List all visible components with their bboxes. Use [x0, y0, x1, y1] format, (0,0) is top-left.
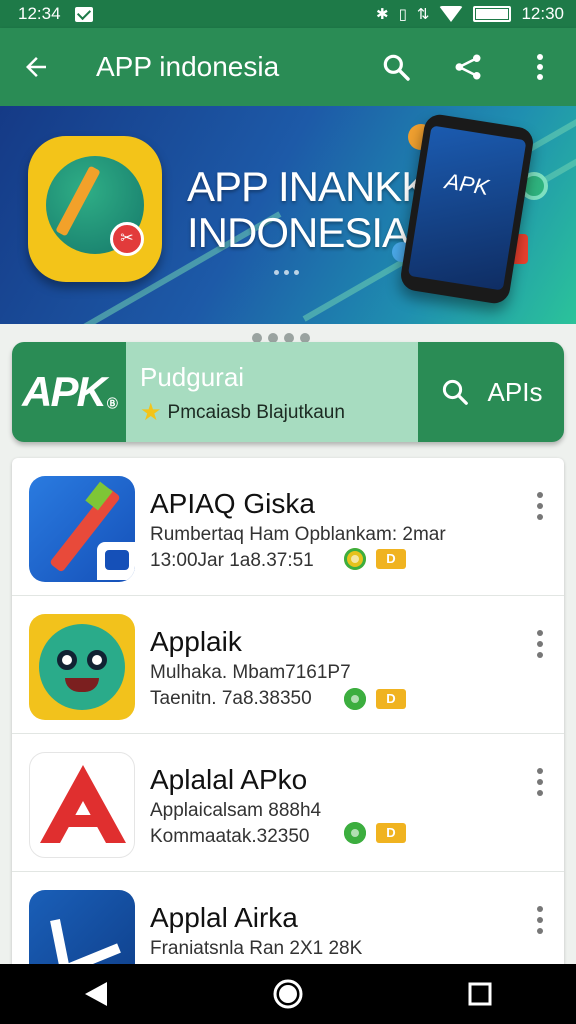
app-title: Applal Airka [150, 902, 298, 933]
star-icon: ★ [140, 399, 162, 426]
search-field-label: Pudgurai [140, 362, 245, 392]
search-button[interactable] [360, 28, 432, 106]
search-icon [442, 379, 468, 405]
triangle-back-icon [85, 982, 107, 1006]
list-item[interactable]: Aplalal APko Applaicalsam 888h4 Kommaata… [12, 734, 564, 872]
more-vert-icon[interactable] [528, 764, 552, 800]
back-button[interactable] [0, 28, 72, 106]
app-subtitle: Rumbertaq Ham Opblankam: 2mar [150, 524, 446, 545]
nav-back-button[interactable] [56, 964, 136, 1024]
mail-icon [74, 6, 93, 22]
vibrate-icon: ▯ [398, 5, 407, 23]
tag-badge-icon: D [376, 823, 406, 843]
app-icon-letter-a [29, 752, 135, 858]
list-item[interactable]: Applal Airka Franiatsnla Ran 2X1 28K [12, 872, 564, 978]
search-button-label: APIs [487, 376, 543, 407]
more-vert-icon[interactable] [528, 626, 552, 662]
share-icon [455, 54, 481, 80]
system-nav-bar [0, 964, 576, 1024]
app-meta: Taenitn. 7a8.38350 [150, 688, 312, 709]
apk-logo-sub: Ⓑ [106, 398, 118, 410]
gear-badge-icon [344, 688, 366, 710]
status-time-right: 12:30 [521, 4, 564, 23]
app-meta: Kommaatak.32350 [150, 826, 310, 847]
tag-badge-icon: D [376, 689, 406, 709]
app-subtitle: Mulhaka. Mbam7161P7 [150, 662, 351, 683]
more-vert-icon [537, 54, 543, 80]
search-input[interactable]: Pudgurai ★ Pmcaiasb Blajutkaun [126, 342, 418, 442]
banner-pager [274, 270, 299, 275]
status-bar: 12:34 ✱ ▯ ⇅ 12:30 [0, 0, 576, 28]
letter-a-icon [40, 765, 126, 843]
search-field-hint: ★ Pmcaiasb Blajutkaun [140, 399, 345, 426]
phone-screen: APK [407, 125, 527, 291]
search-hint-text: Pmcaiasb Blajutkaun [167, 402, 345, 423]
list-item[interactable]: Applaik Mulhaka. Mbam7161P7 Taenitn. 7a8… [12, 596, 564, 734]
bluetooth-icon: ✱ [376, 5, 389, 23]
nav-home-button[interactable] [248, 964, 328, 1024]
nav-recents-button[interactable] [440, 964, 520, 1024]
gear-badge-icon [344, 822, 366, 844]
app-meta: 13:00Jar 1a8.37:51 [150, 550, 314, 571]
more-vert-icon[interactable] [528, 488, 552, 524]
search-submit-button[interactable]: APIs [418, 342, 564, 442]
app-bar: APP indonesia [0, 28, 576, 106]
arrow-left-icon [26, 57, 46, 77]
app-title: Applaik [150, 626, 242, 657]
list-item[interactable]: APIAQ Giska Rumbertaq Ham Opblankam: 2ma… [12, 458, 564, 596]
status-time-left: 12:34 [18, 4, 61, 23]
apk-logo-text: APK [22, 368, 107, 415]
tag-badge-icon: D [376, 549, 406, 569]
search-card: APK Ⓑ Pudgurai ★ Pmcaiasb Blajutkaun API… [12, 342, 564, 442]
app-badges: D [344, 548, 406, 570]
apk-logo: APK Ⓑ [12, 342, 126, 442]
app-badges: D [344, 688, 406, 710]
data-icon: ⇅ [416, 5, 430, 23]
circle-home-icon [273, 979, 303, 1009]
app-title: Aplalal APko [150, 764, 308, 795]
banner-title-line1: APP INANKK [187, 163, 429, 210]
wifi-icon [439, 6, 464, 22]
banner-title: APP INANKK INDONESIA [187, 163, 429, 256]
app-icon-pencil [29, 476, 135, 582]
banner-app-logo: ✂ [28, 136, 162, 282]
app-badges: D [344, 822, 406, 844]
search-icon [383, 54, 410, 81]
app-title: APIAQ Giska [150, 488, 315, 519]
square-recent-icon [468, 982, 492, 1006]
tools-badge-icon: ✂ [110, 222, 144, 256]
app-icon-android [29, 614, 135, 720]
gear-badge-icon [344, 548, 366, 570]
page-title: APP indonesia [96, 51, 280, 82]
app-subtitle: Applaicalsam 888h4 [150, 800, 322, 821]
more-options-button[interactable] [504, 28, 576, 106]
battery-icon [473, 6, 512, 22]
promo-banner[interactable]: ✂ APP INANKK INDONESIA APK [0, 106, 576, 324]
share-button[interactable] [432, 28, 504, 106]
app-list: APIAQ Giska Rumbertaq Ham Opblankam: 2ma… [12, 458, 564, 978]
more-vert-icon[interactable] [528, 902, 552, 938]
app-subtitle: Franiatsnla Ran 2X1 28K [150, 938, 363, 959]
